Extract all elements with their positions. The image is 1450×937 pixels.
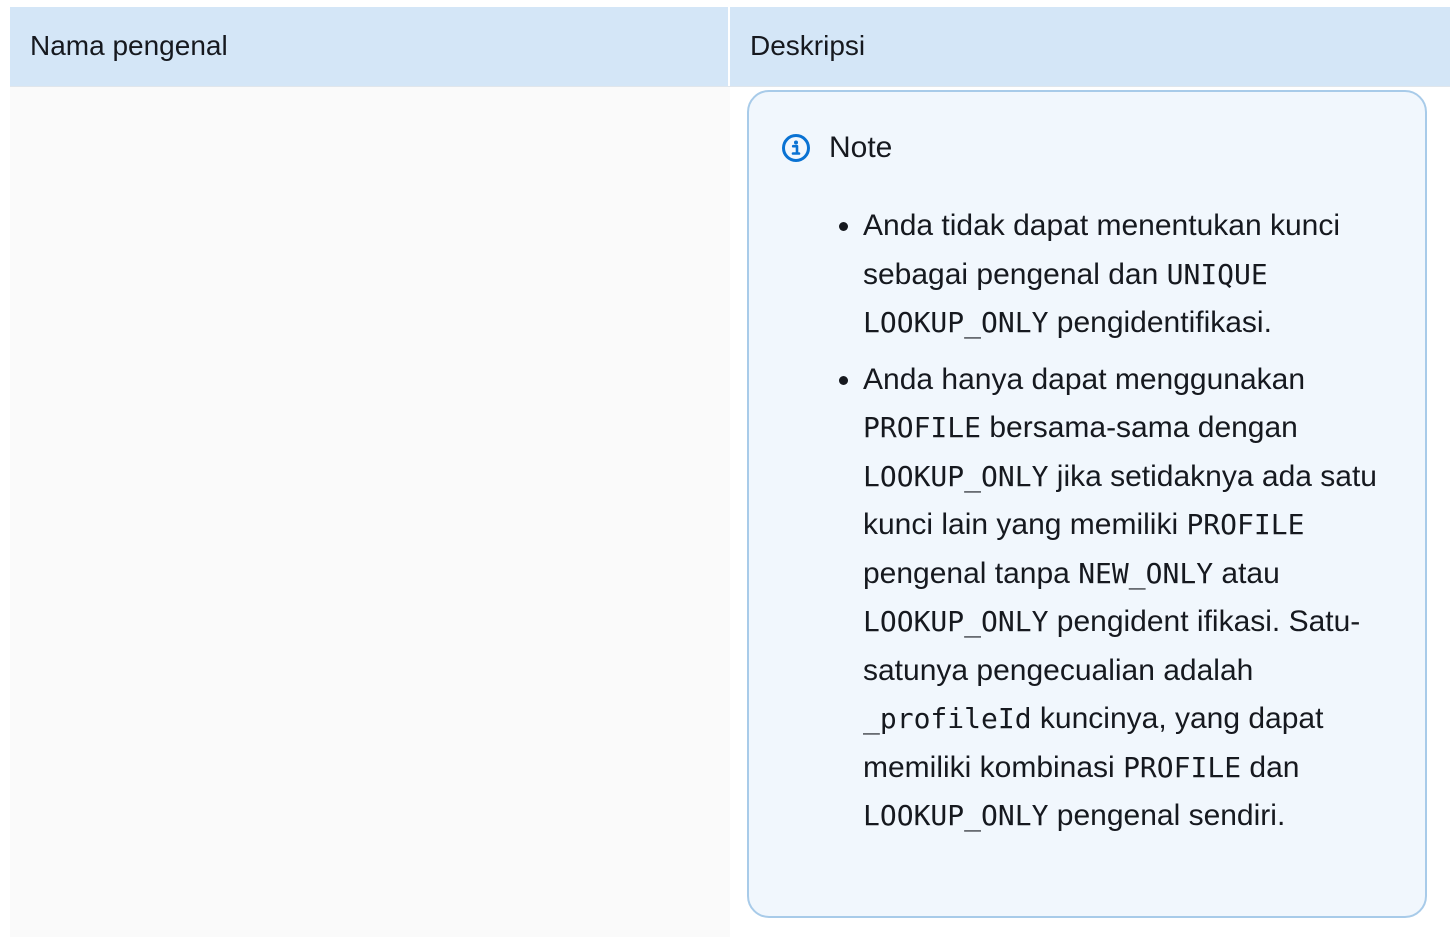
- column-divider: [728, 7, 730, 86]
- table-row: Note Anda tidak dapat menentukan kunci s…: [10, 87, 1450, 937]
- text: atau: [1213, 556, 1280, 590]
- code-profile: PROFILE: [1123, 750, 1242, 784]
- code-new-only: NEW_ONLY: [1078, 556, 1214, 590]
- text: pengenal tanpa: [863, 556, 1079, 590]
- note-callout: Note Anda tidak dapat menentukan kunci s…: [747, 90, 1427, 918]
- list-item: Anda hanya dapat menggunakan PROFILE ber…: [863, 356, 1423, 841]
- code-lookup-only: LOOKUP_ONLY: [863, 306, 1049, 339]
- text: bersama-sama dengan: [981, 411, 1298, 444]
- code-profile-id: _profileId: [863, 702, 1032, 735]
- header-identifier-name: Nama pengenal: [30, 30, 228, 61]
- table-header-row: Nama pengenal Deskripsi: [10, 7, 1450, 87]
- header-description: Deskripsi: [750, 30, 866, 61]
- code-unique: UNIQUE: [1166, 257, 1268, 291]
- note-list: Anda tidak dapat menentukan kunci sebaga…: [829, 202, 1423, 849]
- text: pengidentifikasi.: [1048, 306, 1272, 339]
- code-lookup-only: LOOKUP_ONLY: [863, 799, 1049, 832]
- text: Anda hanya dapat menggunakan: [863, 362, 1306, 396]
- list-item: Anda tidak dapat menentukan kunci sebaga…: [863, 202, 1423, 348]
- description-cell: Note Anda tidak dapat menentukan kunci s…: [730, 87, 1450, 937]
- note-title: Note: [829, 131, 893, 164]
- code-lookup-only: LOOKUP_ONLY: [863, 605, 1049, 638]
- info-icon: [781, 133, 811, 163]
- identifier-table: Nama pengenal Deskripsi Note • Anda tida…: [10, 7, 1450, 937]
- text: pengenal sendiri.: [1048, 799, 1286, 832]
- identifier-name-cell: [10, 87, 728, 937]
- text: dan: [1241, 750, 1300, 784]
- note-header: Note: [781, 130, 892, 166]
- code-profile: PROFILE: [863, 411, 982, 444]
- code-profile: PROFILE: [1186, 508, 1305, 541]
- text: Anda tidak dapat menentukan kunci sebaga…: [863, 209, 1340, 291]
- code-lookup-only: LOOKUP_ONLY: [863, 459, 1049, 493]
